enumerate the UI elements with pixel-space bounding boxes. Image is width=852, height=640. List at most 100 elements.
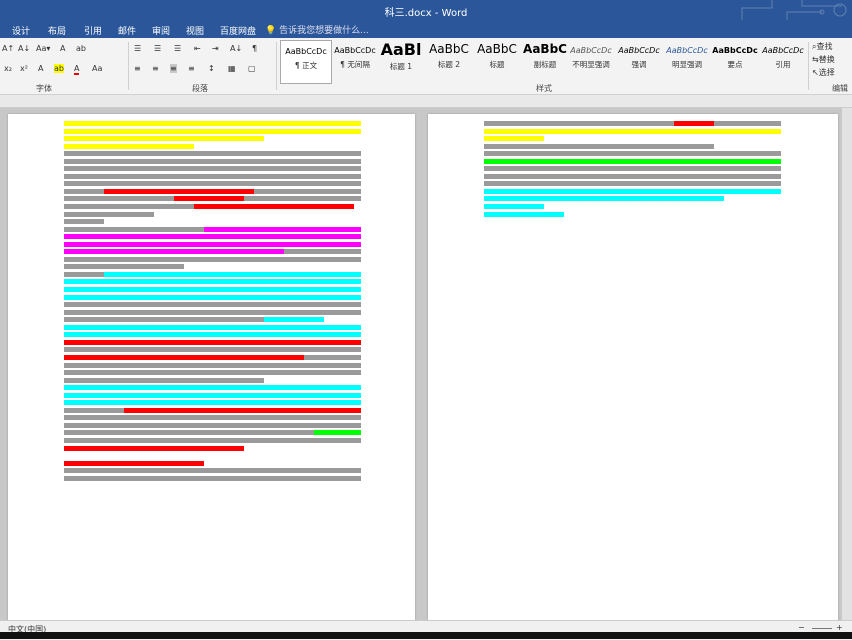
style-heading-1[interactable]: AaBl 标题 1 bbox=[376, 40, 426, 82]
tab-review[interactable]: 审阅 bbox=[152, 24, 170, 37]
replace-button[interactable]: ⇆替换 bbox=[812, 54, 835, 65]
text-segment bbox=[64, 430, 314, 436]
text-line bbox=[64, 241, 361, 249]
text-line bbox=[484, 120, 781, 128]
text-effects-button[interactable]: A bbox=[38, 64, 43, 73]
zoom-in-icon[interactable]: + bbox=[836, 623, 843, 632]
style-quote[interactable]: AaBbCcDc 引用 bbox=[758, 40, 808, 82]
select-button[interactable]: ↖选择 bbox=[812, 67, 835, 78]
style-subtitle[interactable]: AaBbC 副标题 bbox=[520, 40, 570, 82]
shrink-font-button[interactable]: A↓ bbox=[18, 44, 30, 53]
text-segment bbox=[484, 204, 544, 210]
tab-view[interactable]: 视图 bbox=[186, 24, 204, 37]
text-segment bbox=[304, 354, 361, 360]
style-strong[interactable]: AaBbCcDc 要点 bbox=[710, 40, 760, 82]
text-line bbox=[64, 384, 361, 392]
justify-button[interactable]: ≡ bbox=[170, 64, 177, 73]
show-marks-button[interactable]: ¶ bbox=[252, 44, 257, 53]
text-segment bbox=[64, 468, 361, 474]
document-page[interactable] bbox=[8, 114, 415, 620]
find-button[interactable]: ⌕查找 bbox=[812, 41, 832, 52]
text-line bbox=[484, 150, 781, 158]
text-line bbox=[64, 256, 361, 264]
align-center-button[interactable]: ≡ bbox=[152, 64, 159, 73]
zoom-out-icon[interactable]: − bbox=[798, 623, 805, 632]
align-left-button[interactable]: ≡ bbox=[134, 64, 141, 73]
style-no-spacing[interactable]: AaBbCcDc ¶ 无间隔 bbox=[330, 40, 380, 82]
text-segment bbox=[104, 271, 361, 277]
bullets-button[interactable]: ☰ bbox=[134, 44, 141, 53]
tab-references[interactable]: 引用 bbox=[84, 24, 102, 37]
text-line bbox=[64, 309, 361, 317]
text-segment bbox=[64, 392, 361, 398]
text-line bbox=[64, 143, 361, 151]
increase-indent-button[interactable]: ⇥ bbox=[212, 44, 219, 53]
text-line bbox=[64, 422, 361, 430]
text-segment bbox=[64, 219, 104, 225]
character-shading-button[interactable]: Aa bbox=[92, 64, 102, 73]
sort-button[interactable]: A↓ bbox=[230, 44, 242, 53]
phonetic-button[interactable]: ab bbox=[76, 44, 86, 53]
style-subtle-emphasis[interactable]: AaBbCcDc 不明显强调 bbox=[566, 40, 616, 82]
text-segment bbox=[284, 249, 361, 255]
text-segment bbox=[64, 158, 361, 164]
window-title: 科三.docx - Word bbox=[384, 8, 468, 19]
style-normal[interactable]: AaBbCcDc ¶ 正文 bbox=[280, 40, 332, 84]
group-divider bbox=[128, 42, 129, 90]
text-line bbox=[484, 188, 781, 196]
text-segment bbox=[64, 188, 104, 194]
zoom-slider[interactable] bbox=[812, 628, 832, 629]
text-line bbox=[64, 158, 361, 166]
text-line bbox=[64, 429, 361, 437]
text-segment bbox=[64, 437, 361, 443]
shading-button[interactable]: ▦ bbox=[228, 64, 236, 73]
text-line bbox=[64, 324, 361, 332]
text-line bbox=[64, 414, 361, 422]
vertical-scrollbar[interactable] bbox=[842, 108, 852, 620]
style-intense-emphasis[interactable]: AaBbCcDc 明显强调 bbox=[662, 40, 712, 82]
document-area bbox=[0, 108, 852, 620]
tab-baidu-netdisk[interactable]: 百度网盘 bbox=[220, 24, 256, 37]
text-segment bbox=[64, 196, 174, 202]
numbering-button[interactable]: ☰ bbox=[154, 44, 161, 53]
decrease-indent-button[interactable]: ⇤ bbox=[194, 44, 201, 53]
font-color-button[interactable]: A bbox=[74, 64, 80, 75]
text-line bbox=[64, 165, 361, 173]
text-segment bbox=[64, 181, 361, 187]
text-segment bbox=[64, 339, 361, 345]
text-line bbox=[64, 467, 361, 475]
change-case-button[interactable]: Aa▾ bbox=[36, 44, 50, 53]
text-segment bbox=[254, 188, 361, 194]
subscript-button[interactable]: x₂ bbox=[4, 64, 12, 73]
text-segment bbox=[484, 166, 781, 172]
line-spacing-button[interactable]: ↕ bbox=[208, 64, 215, 73]
cursor-icon: ↖ bbox=[812, 68, 819, 77]
text-segment bbox=[244, 196, 361, 202]
text-segment bbox=[64, 166, 361, 172]
style-emphasis[interactable]: AaBbCcDc 强调 bbox=[614, 40, 664, 82]
tab-layout[interactable]: 布局 bbox=[48, 24, 66, 37]
distributed-button[interactable]: ≡ bbox=[188, 64, 195, 73]
paragraph-group-label: 段落 bbox=[192, 84, 208, 93]
taskbar bbox=[0, 632, 852, 639]
clear-format-button[interactable]: A bbox=[60, 44, 65, 53]
text-segment bbox=[64, 271, 104, 277]
highlight-button[interactable]: ab bbox=[54, 64, 64, 73]
tab-mailings[interactable]: 邮件 bbox=[118, 24, 136, 37]
style-title[interactable]: AaBbC 标题 bbox=[472, 40, 522, 82]
multilevel-list-button[interactable]: ☰ bbox=[174, 44, 181, 53]
tab-design[interactable]: 设计 bbox=[12, 24, 30, 37]
superscript-button[interactable]: x² bbox=[20, 64, 28, 73]
text-line bbox=[484, 143, 781, 151]
text-line bbox=[64, 211, 361, 219]
text-line bbox=[64, 475, 361, 483]
text-segment bbox=[64, 317, 264, 323]
grow-font-button[interactable]: A↑ bbox=[2, 44, 14, 53]
text-segment bbox=[194, 204, 354, 210]
style-heading-2[interactable]: AaBbC 标题 2 bbox=[424, 40, 474, 82]
tell-me-search[interactable]: 💡 告诉我您想要做什么... bbox=[265, 23, 369, 36]
ribbon-tabs: 设计 布局 引用 邮件 审阅 视图 百度网盘 💡 告诉我您想要做什么... bbox=[0, 20, 852, 38]
borders-button[interactable]: ▢ bbox=[248, 64, 256, 73]
document-page[interactable] bbox=[428, 114, 838, 620]
text-line bbox=[484, 180, 781, 188]
